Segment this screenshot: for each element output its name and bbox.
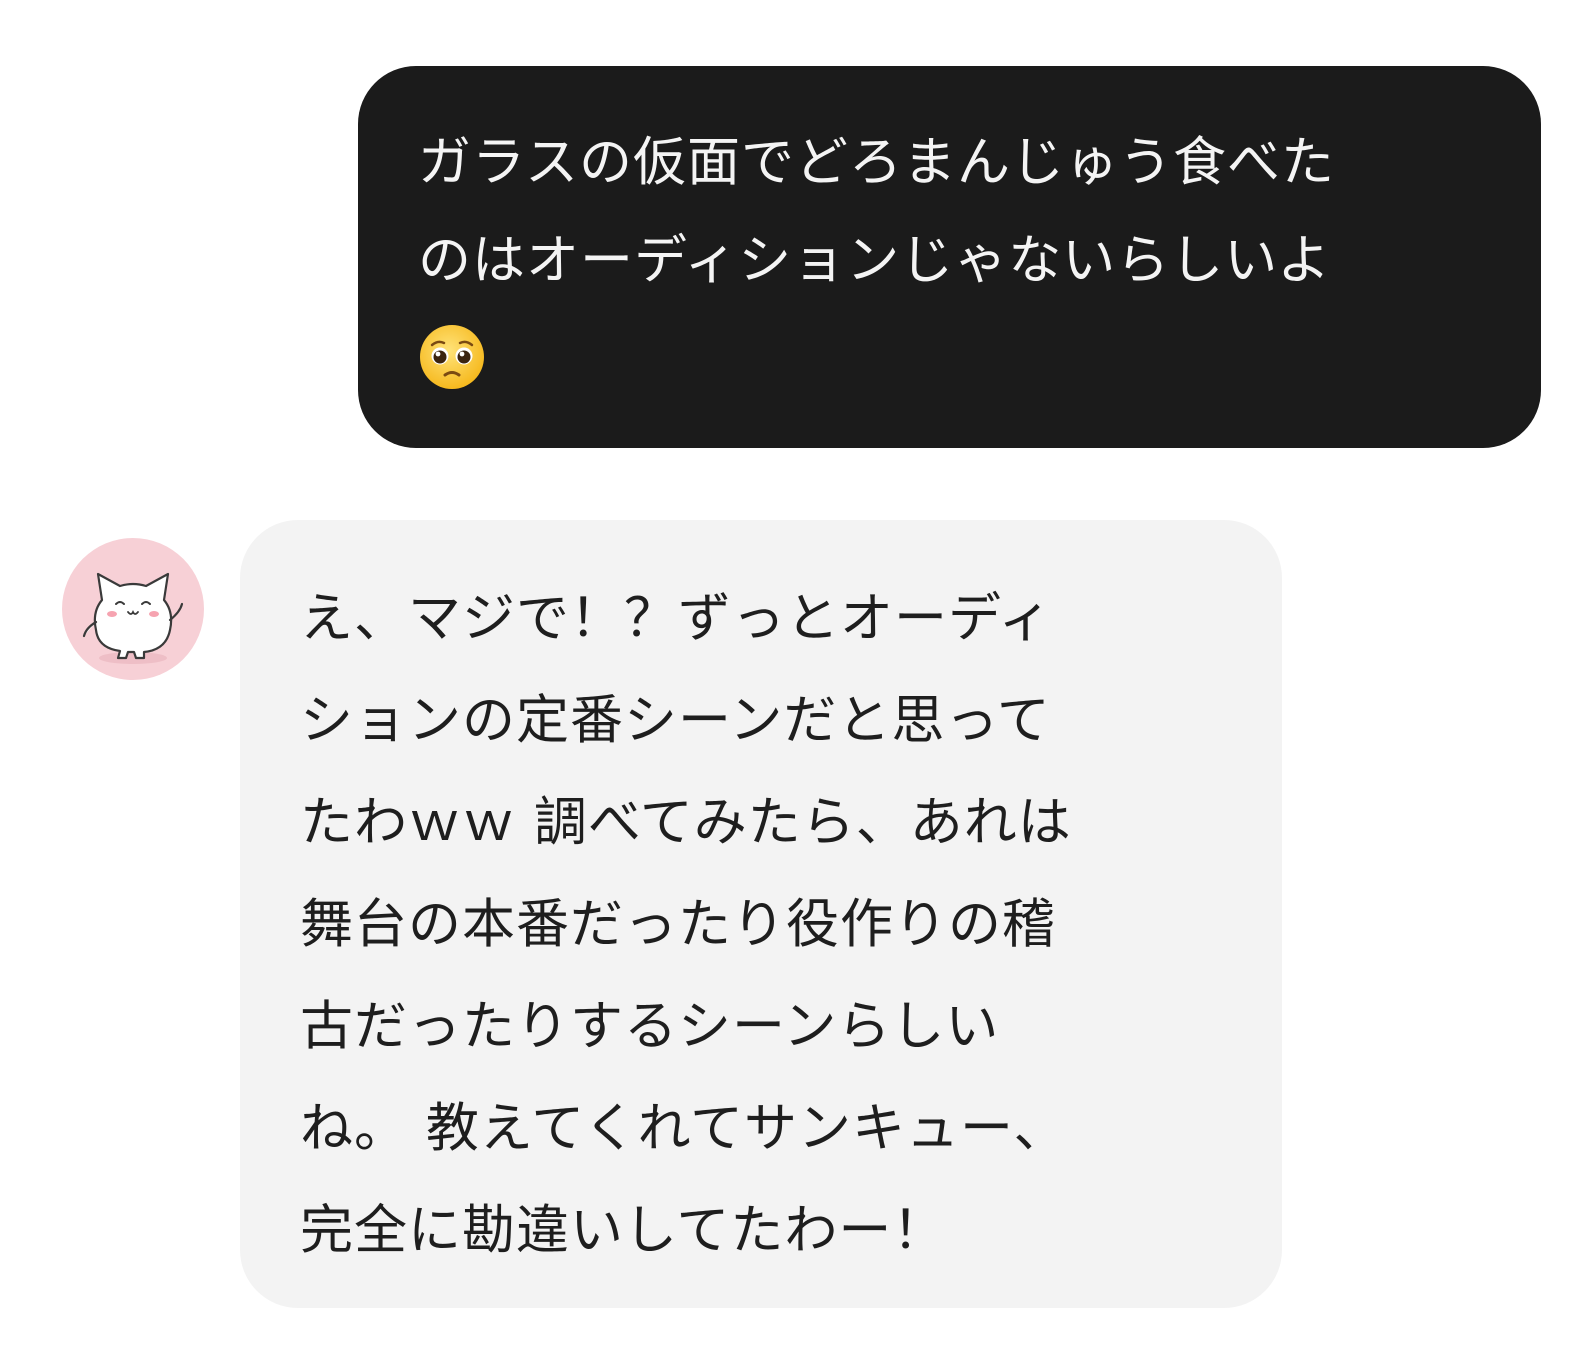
chat-thread: ガラスの仮面でどろまんじゅう食べた のはオーディションじゃないらしいよ え、マジ… [0,0,1590,1362]
message-line: 完全に勘違いしてたわー！ [300,1200,947,1261]
bot-avatar[interactable] [62,538,204,680]
message-line: 古だったりするシーンらしい [300,996,1000,1057]
message-line: のはオーディションじゃないらしいよ [418,230,1332,291]
white-cat-icon [82,572,184,664]
message-line: え、マジで！？ずっとオーディ [300,588,1053,649]
message-line: たわｗｗ 調べてみたら、あれは [300,792,1072,853]
bot-message-bubble[interactable]: え、マジで！？ずっとオーディ ションの定番シーンだと思って たわｗｗ 調べてみた… [240,520,1282,1308]
message-line: ションの定番シーンだと思って [300,690,1051,751]
message-line: ね。 教えてくれてサンキュー、 [300,1098,1068,1159]
pleading-face-emoji-line [418,310,1501,408]
message-line: ガラスの仮面でどろまんじゅう食べた [418,132,1335,193]
message-line: 舞台の本番だったり役作りの稽 [300,894,1056,955]
user-message-bubble[interactable]: ガラスの仮面でどろまんじゅう食べた のはオーディションじゃないらしいよ [358,66,1541,448]
pleading-face-icon [420,325,484,390]
